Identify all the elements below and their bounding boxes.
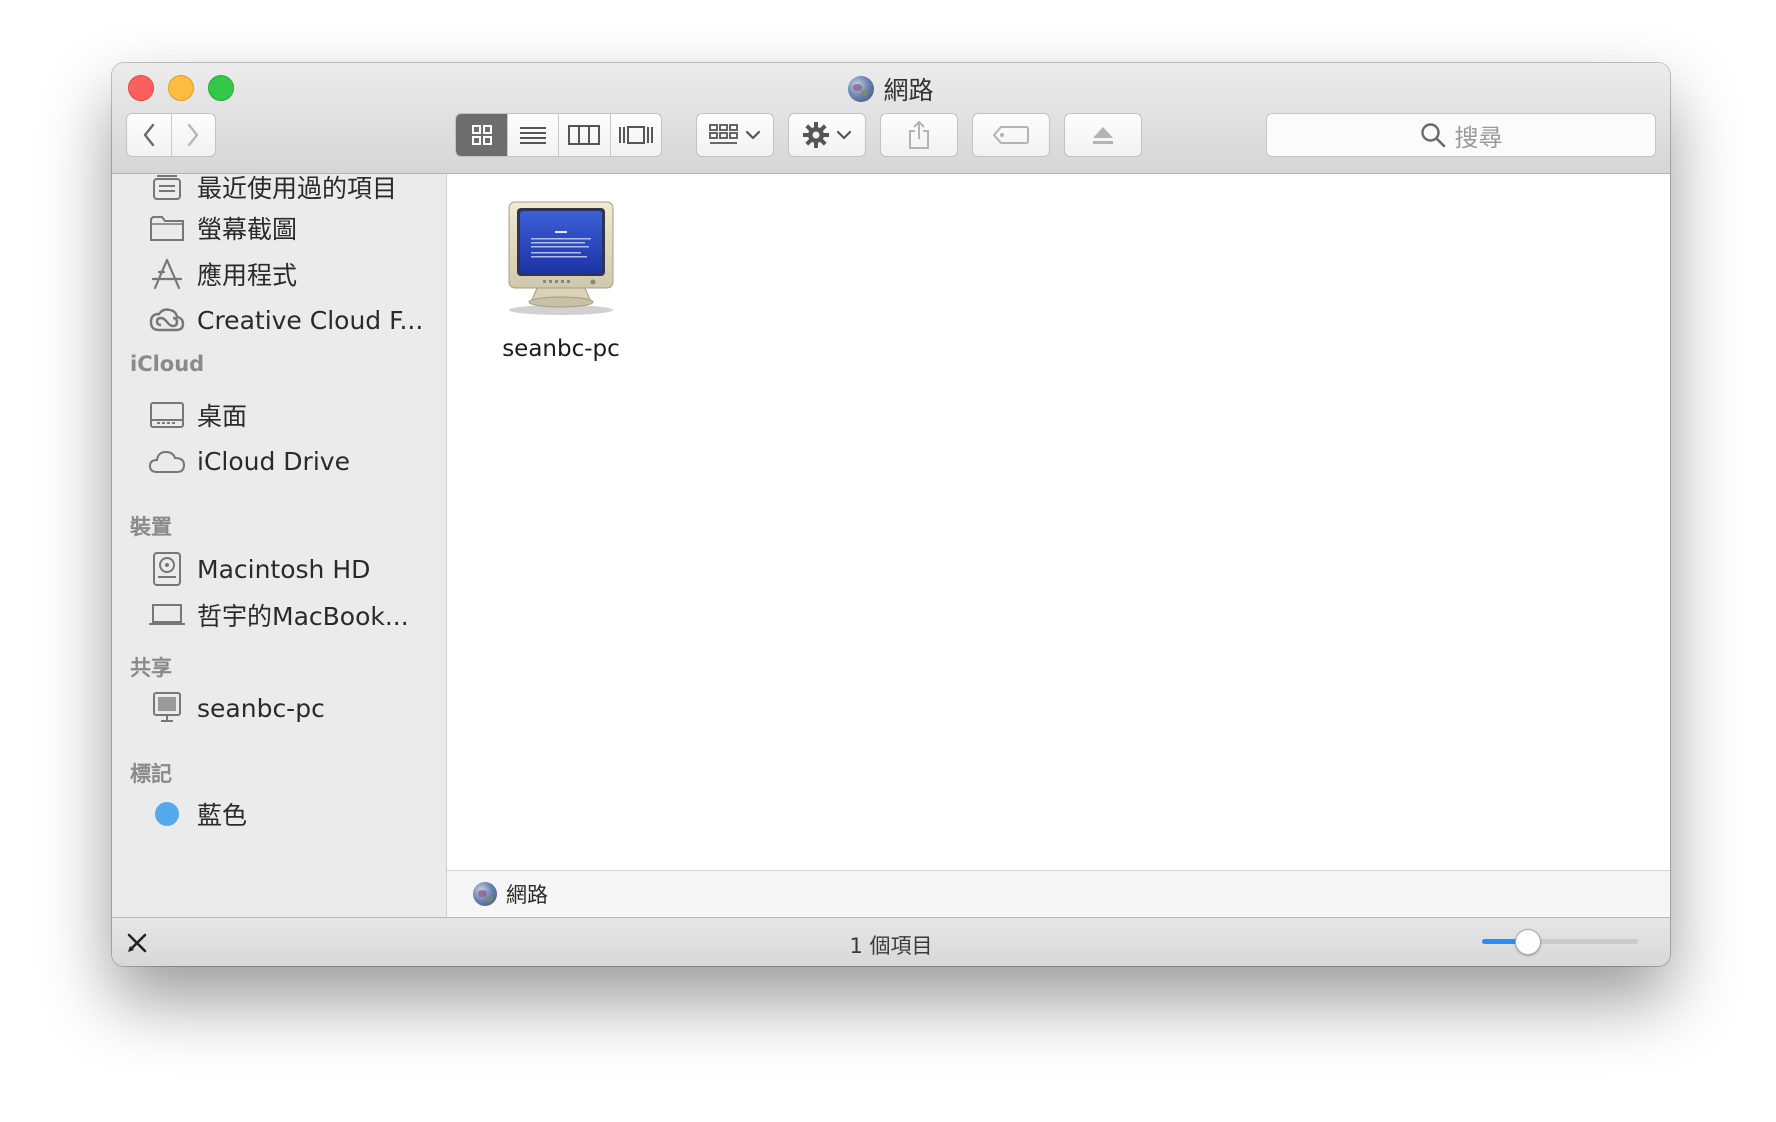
- folder-icon: [148, 213, 186, 243]
- window-title-text: 網路: [883, 76, 934, 105]
- desktop-icon: [148, 400, 186, 430]
- sidebar-item-label: 應用程式: [197, 261, 298, 290]
- windows-pc-icon: [508, 201, 614, 315]
- chevron-down-icon: [745, 130, 761, 140]
- chevron-left-icon: [143, 123, 155, 147]
- icon-view-button[interactable]: [456, 114, 508, 156]
- icon-size-slider-thumb[interactable]: [1515, 929, 1541, 955]
- gear-icon: [803, 122, 829, 148]
- creative-cloud-icon: [148, 305, 186, 335]
- sidebar-item-screenshots[interactable]: 螢幕截圖: [112, 205, 446, 251]
- chevron-down-icon: [836, 130, 852, 140]
- search-field[interactable]: 搜尋: [1266, 113, 1656, 157]
- back-button[interactable]: [127, 114, 171, 156]
- path-bar-item-network[interactable]: 網路: [506, 879, 548, 909]
- laptop-icon: [148, 600, 186, 630]
- icon-size-slider[interactable]: [1482, 929, 1638, 955]
- status-bar: 1 個項目: [112, 917, 1670, 966]
- sidebar-section-tags-header: 標記: [130, 762, 172, 786]
- search-icon: [1420, 123, 1445, 148]
- forward-button[interactable]: [170, 114, 215, 156]
- file-browser-area: seanbc-pc: [447, 174, 1670, 870]
- icon-view-icon: [471, 125, 492, 145]
- action-menu-button[interactable]: [788, 113, 866, 157]
- sidebar: 最近使用過的項目 螢幕截圖 應用程式 Creative Cloud F... i…: [112, 174, 447, 919]
- tag-icon: [993, 126, 1029, 144]
- sidebar-item-label: 哲宇的MacBook...: [197, 602, 409, 631]
- hard-drive-icon: [148, 552, 186, 586]
- sidebar-item-desktop[interactable]: 桌面: [112, 392, 446, 438]
- network-item-seanbc-pc[interactable]: seanbc-pc: [495, 198, 627, 362]
- sidebar-item-macintosh-hd[interactable]: Macintosh HD: [112, 546, 446, 592]
- share-icon: [909, 120, 929, 149]
- eject-icon: [1093, 127, 1113, 144]
- sidebar-item-label: 桌面: [197, 402, 248, 431]
- sidebar-item-label: Macintosh HD: [197, 554, 371, 584]
- sidebar-item-label: 螢幕截圖: [197, 215, 298, 244]
- window-title: 網路: [112, 71, 1670, 105]
- sidebar-item-seanbc-pc[interactable]: seanbc-pc: [112, 685, 446, 731]
- share-button[interactable]: [880, 113, 958, 157]
- sidebar-item-label: 最近使用過的項目: [197, 174, 398, 203]
- sidebar-item-label: Creative Cloud F...: [197, 305, 424, 335]
- cover-flow-icon: [618, 126, 653, 144]
- sidebar-section-devices-header: 裝置: [130, 515, 172, 539]
- edit-tags-button[interactable]: [972, 113, 1050, 157]
- sidebar-item-label: 藍色: [197, 801, 248, 830]
- tag-color-dot-icon: [148, 799, 186, 829]
- navigation-buttons: [126, 113, 216, 157]
- cover-flow-view-button[interactable]: [609, 114, 662, 156]
- list-view-icon: [520, 127, 547, 144]
- sidebar-section-icloud-header: iCloud: [130, 352, 205, 376]
- title-bar: 網路 搜尋: [112, 63, 1670, 174]
- finder-window: 網路 搜尋 最近使用過的項目 螢幕截圖 應用程式 Creative Cloud …: [112, 63, 1670, 966]
- search-placeholder: 搜尋: [1454, 123, 1503, 152]
- sidebar-item-macbook[interactable]: 哲宇的MacBook...: [112, 592, 446, 638]
- pc-icon: [148, 692, 186, 723]
- network-globe-icon: [473, 882, 497, 906]
- applications-icon: [148, 258, 186, 290]
- chevron-right-icon: [188, 123, 199, 147]
- column-view-icon: [568, 125, 601, 145]
- sidebar-section-shared-header: 共享: [130, 656, 172, 680]
- network-globe-icon: [848, 76, 875, 102]
- cloud-icon: [148, 446, 186, 476]
- column-view-button[interactable]: [558, 114, 610, 156]
- sidebar-item-creative-cloud[interactable]: Creative Cloud F...: [112, 297, 446, 343]
- path-bar: 網路: [447, 870, 1670, 917]
- view-mode-control: [455, 113, 662, 157]
- file-item-label: seanbc-pc: [502, 336, 620, 362]
- recents-icon: [148, 174, 186, 202]
- arrange-grid-icon: [709, 124, 738, 144]
- sidebar-item-label: seanbc-pc: [197, 693, 325, 723]
- list-view-button[interactable]: [507, 114, 558, 156]
- group-by-button[interactable]: [696, 113, 774, 157]
- sidebar-item-tag-blue[interactable]: 藍色: [112, 791, 446, 837]
- sidebar-item-applications[interactable]: 應用程式: [112, 251, 446, 297]
- sidebar-item-icloud-drive[interactable]: iCloud Drive: [112, 438, 446, 484]
- item-count: 1 個項目: [849, 934, 933, 958]
- sidebar-item-label: iCloud Drive: [197, 446, 350, 476]
- eject-button[interactable]: [1064, 113, 1142, 157]
